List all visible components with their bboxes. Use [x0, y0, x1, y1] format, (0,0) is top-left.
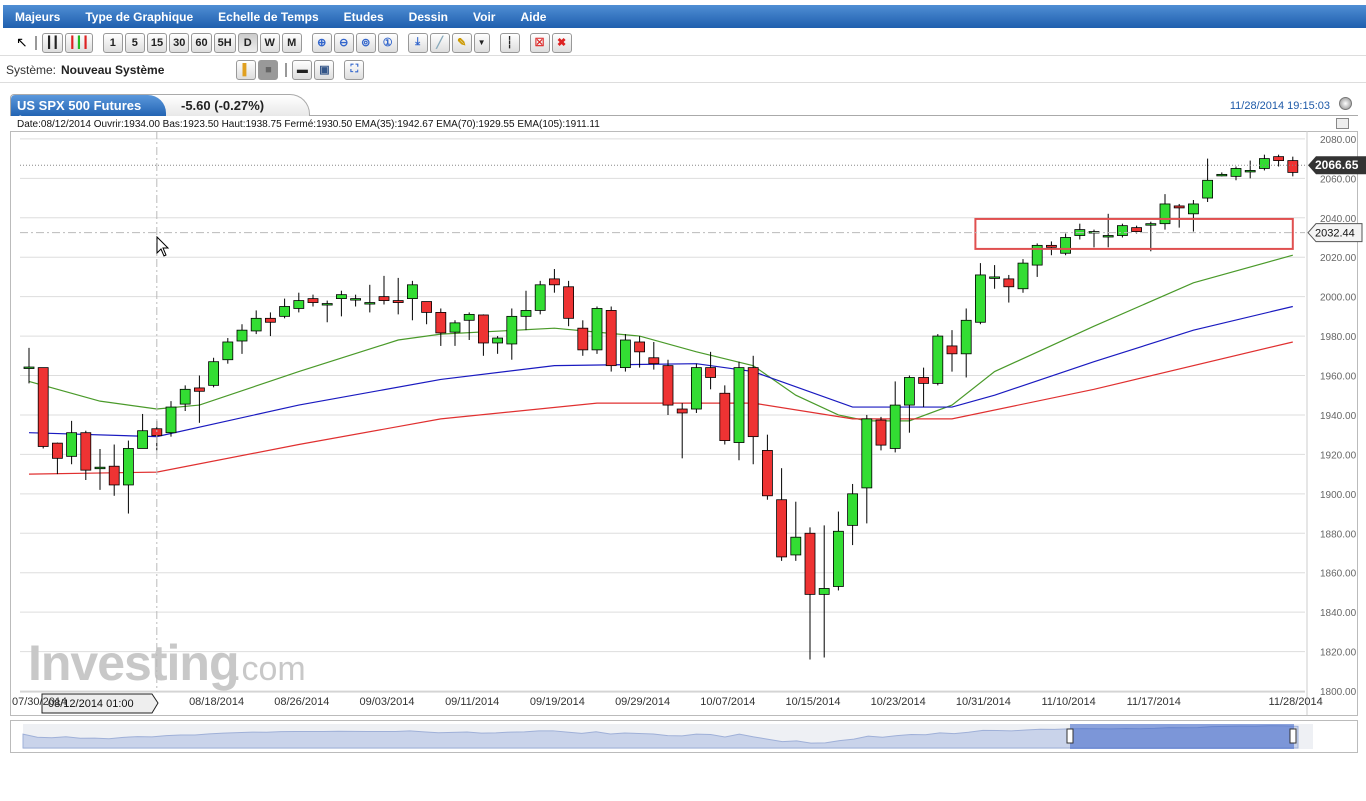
menu-echelle-temps[interactable]: Echelle de Temps — [218, 10, 318, 24]
instrument-name: US SPX 500 Futures (... — [11, 95, 166, 128]
period-15[interactable]: 15 — [146, 32, 168, 53]
zoom-out-icon[interactable]: ⊖ — [333, 32, 354, 53]
delete-all-icon[interactable]: ✖ — [551, 32, 572, 53]
fullscreen-icon[interactable]: ⛶ — [344, 59, 365, 80]
period-1[interactable]: 1 — [102, 32, 123, 53]
print-icon[interactable]: ▬ — [292, 59, 313, 80]
bar-chart-icon[interactable]: ┃┃ — [41, 32, 63, 53]
zoom-in-icon[interactable]: ⊕ — [311, 32, 332, 53]
refresh-icon[interactable] — [1339, 97, 1352, 110]
menu-aide[interactable]: Aide — [520, 10, 546, 24]
menu-majeurs[interactable]: Majeurs — [15, 10, 60, 24]
delete-selected-icon[interactable]: ☒ — [529, 32, 550, 53]
pencil-icon[interactable]: ✎ — [451, 32, 472, 53]
period-5[interactable]: 5 — [124, 32, 145, 53]
system-label: Système: — [6, 62, 57, 77]
chevron-down-icon[interactable]: ▼ — [473, 32, 490, 53]
toolbar: ↖ ┃┃ ┃ ┃ ┃ 1 5 15 30 60 5H D W M ⊕ ⊖ ⊚ ① ⤓… — [0, 30, 1366, 56]
period-w[interactable]: W — [259, 32, 280, 53]
save-icon[interactable]: ■ — [258, 59, 279, 80]
separator — [34, 35, 37, 50]
menu-etudes[interactable]: Etudes — [344, 10, 384, 24]
separator — [285, 62, 288, 77]
ohlc-info-line: Date:08/12/2014 Ouvrir:1934.00 Bas:1923.… — [17, 119, 600, 130]
image-icon[interactable]: ▣ — [314, 59, 335, 80]
menu-voir[interactable]: Voir — [473, 10, 495, 24]
system-value: Nouveau Système — [61, 62, 165, 77]
crosshair-icon[interactable]: ┆ — [499, 32, 520, 53]
period-d[interactable]: D — [237, 32, 258, 53]
folder-icon[interactable]: ▌ — [236, 59, 257, 80]
menu-dessin[interactable]: Dessin — [409, 10, 448, 24]
period-5h[interactable]: 5H — [213, 32, 236, 53]
trend-line-icon[interactable]: ╱ — [429, 32, 450, 53]
menu-type-graphique[interactable]: Type de Graphique — [85, 10, 193, 24]
timestamp: 11/28/2014 19:15:03 — [1229, 100, 1330, 112]
period-30[interactable]: 30 — [169, 32, 190, 53]
menu-bar: Majeurs Type de Graphique Echelle de Tem… — [3, 5, 1366, 28]
period-60[interactable]: 60 — [191, 32, 212, 53]
period-m[interactable]: M — [281, 32, 302, 53]
horizontal-line-icon[interactable]: ⤓ — [407, 32, 428, 53]
zoom-fit-icon[interactable]: ⊚ — [355, 32, 376, 53]
instrument-change: -5.60 (-0.27%) — [181, 98, 265, 113]
chart-panel[interactable] — [10, 131, 1358, 716]
instrument-tab-row: US SPX 500 Futures (... -5.60 (-0.27%) 1… — [10, 94, 1358, 128]
candlestick-icon[interactable]: ┃ ┃ ┃ — [64, 32, 93, 53]
navigator-panel[interactable] — [10, 720, 1358, 753]
minimize-icon[interactable] — [1336, 118, 1349, 129]
instrument-tab[interactable]: US SPX 500 Futures (... -5.60 (-0.27%) — [10, 94, 310, 128]
zoom-reset-icon[interactable]: ① — [377, 32, 398, 53]
pointer-icon[interactable]: ↖ — [16, 34, 28, 51]
system-row: Système: Nouveau Système ▌ ■ ▬ ▣ ⛶ — [0, 57, 1366, 83]
